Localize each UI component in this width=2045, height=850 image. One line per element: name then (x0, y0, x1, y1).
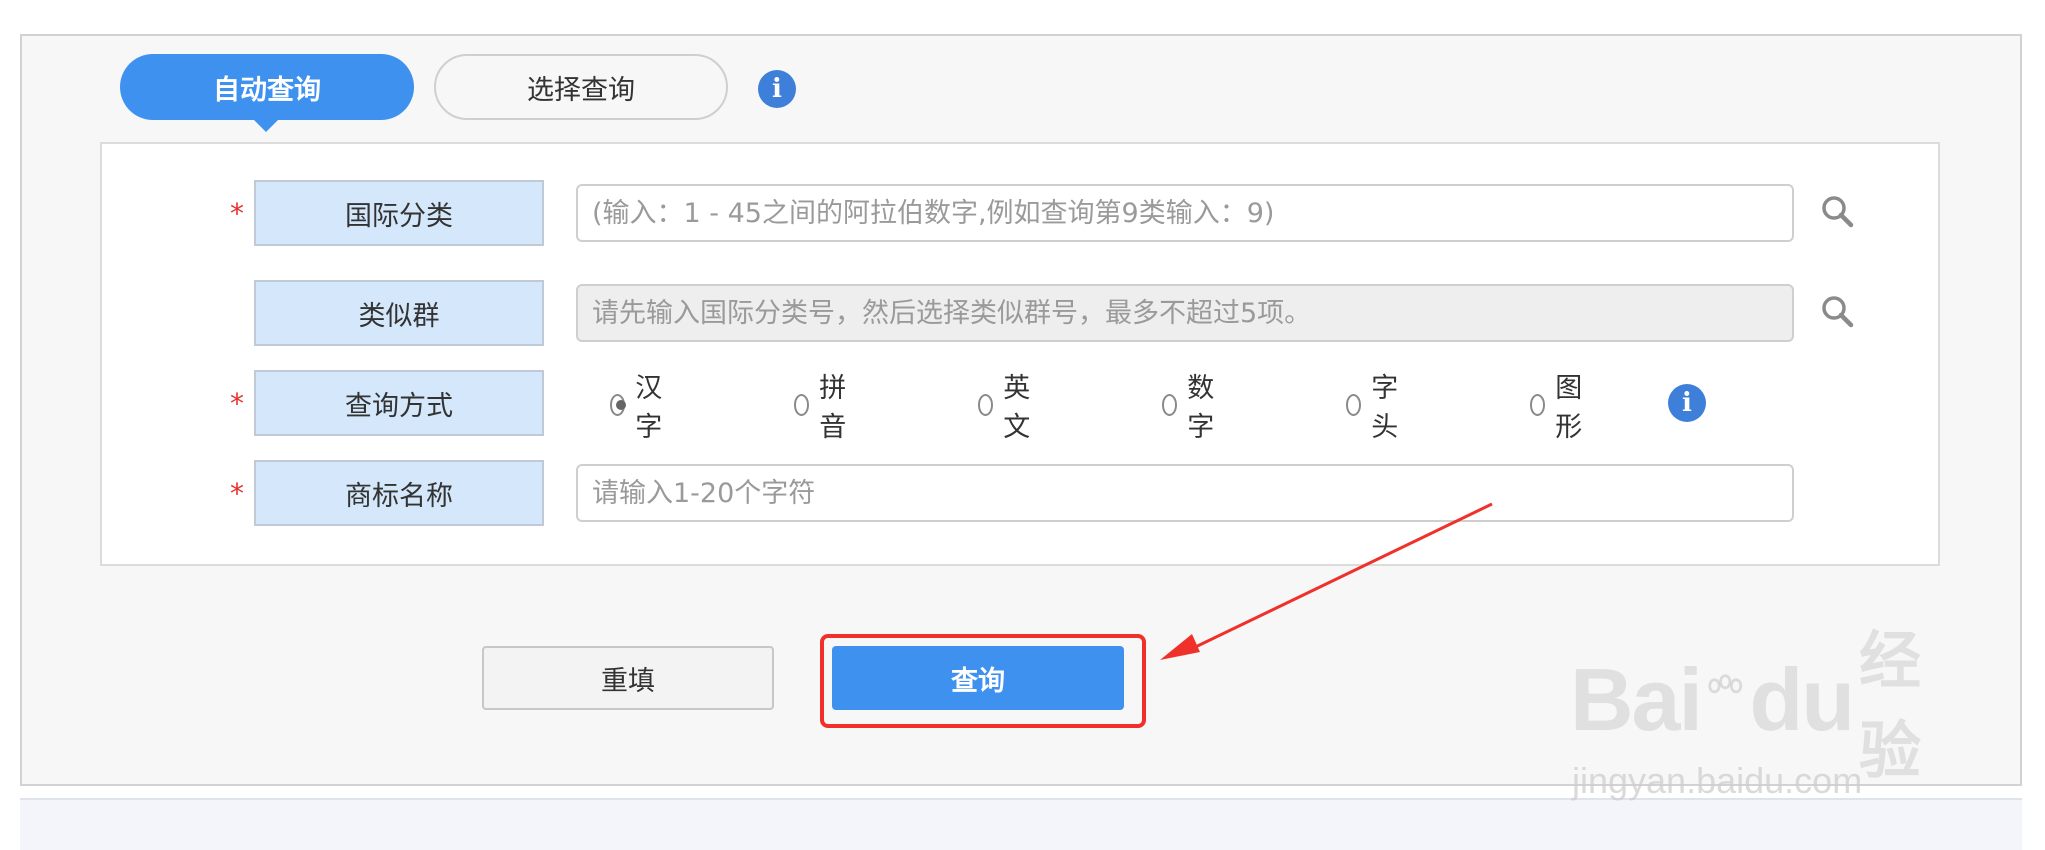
paw-icon (1708, 674, 1743, 694)
baidu-watermark-url: jingyan.baidu.com (1572, 760, 1863, 801)
radio-button[interactable] (610, 394, 627, 416)
radio-button[interactable] (1162, 394, 1178, 416)
radio-button[interactable] (794, 394, 810, 416)
watermark-text: Bai (1570, 650, 1703, 749)
radio-label: 汉字 (635, 373, 663, 443)
radio-pinyin[interactable]: 拼音 (794, 373, 853, 443)
intl-class-input[interactable] (576, 184, 1794, 242)
tab-auto-query[interactable]: 自动查询 (120, 54, 414, 120)
info-icon[interactable]: i (1668, 384, 1706, 422)
radio-label: 数字 (1187, 373, 1215, 443)
similar-group-input[interactable] (576, 284, 1794, 342)
radio-label: 图形 (1555, 373, 1583, 443)
intl-class-label: 国际分类 (254, 180, 544, 246)
similar-group-label: 类似群 (254, 280, 544, 346)
radio-button[interactable] (1346, 394, 1362, 416)
watermark-text: du (1749, 650, 1855, 749)
radio-english[interactable]: 英文 (978, 373, 1037, 443)
active-tab-caret (252, 118, 280, 132)
search-icon[interactable] (1820, 294, 1854, 328)
query-mode-label: 查询方式 (254, 370, 544, 436)
info-icon[interactable]: i (758, 70, 796, 108)
radio-button[interactable] (978, 394, 994, 416)
required-mark: * (230, 387, 244, 420)
radio-graphic[interactable]: 图形 (1530, 373, 1589, 443)
required-mark: * (230, 197, 244, 230)
annotation-highlight-box (820, 634, 1146, 728)
radio-button[interactable] (1530, 394, 1546, 416)
radio-initials[interactable]: 字头 (1346, 373, 1405, 443)
trademark-name-label: 商标名称 (254, 460, 544, 526)
search-icon[interactable] (1820, 194, 1854, 228)
radio-label: 字头 (1371, 373, 1399, 443)
reset-button[interactable]: 重填 (482, 646, 774, 710)
footer-strip (20, 798, 2022, 850)
tab-select-query[interactable]: 选择查询 (434, 54, 728, 120)
required-mark: * (230, 477, 244, 510)
radio-hanzi[interactable]: 汉字 (610, 373, 669, 443)
radio-number[interactable]: 数字 (1162, 373, 1221, 443)
radio-label: 拼音 (819, 373, 847, 443)
trademark-name-input[interactable] (576, 464, 1794, 522)
baidu-watermark-logo: Bai du 经验 (1570, 627, 1940, 786)
radio-label: 英文 (1003, 373, 1031, 443)
